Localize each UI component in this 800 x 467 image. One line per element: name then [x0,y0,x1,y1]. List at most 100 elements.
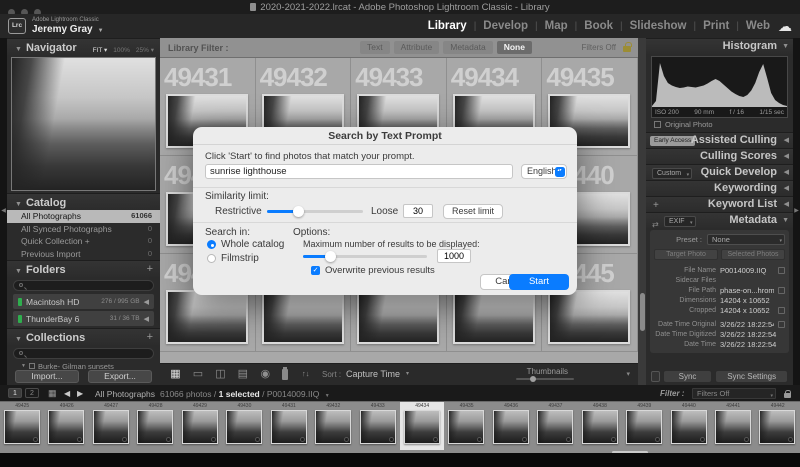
sync-settings-button[interactable]: Sync Settings [715,370,788,383]
volume-item[interactable]: Macintosh HD 276 / 995 GB ◀ [13,294,154,309]
catalog-header[interactable]: ▼ Catalog [7,193,160,210]
filmstrip-cell[interactable]: 49429 [178,402,222,450]
filmstrip-thumbnail[interactable] [359,410,396,444]
module-tab-develop[interactable]: Develop [483,20,528,32]
filmstrip-cell[interactable]: 49431 [267,402,311,450]
keyword-list-header[interactable]: + Keyword List ◀ [646,196,793,212]
filmstrip-thumbnail[interactable] [226,410,263,444]
culling-scores-header[interactable]: Culling Scores ◀ [646,148,793,164]
filmstrip-cell[interactable]: 49426 [44,402,88,450]
collection-item[interactable]: ▼ Burke- Gilman sunsets [7,362,160,370]
filter-tab-none[interactable]: None [496,41,532,54]
radio-button[interactable] [207,254,216,263]
navigator-zoom-0[interactable]: FIT ▾ [93,43,108,59]
people-view-icon[interactable]: ◉ [258,368,273,381]
filmstrip-thumbnail[interactable] [626,410,663,444]
catalog-item[interactable]: All Synced Photographs 0 [7,223,160,236]
filmstrip-thumbnail[interactable] [137,410,174,444]
navigator-zoom-levels[interactable]: FIT ▾ 100% 25% ▾ [93,43,154,59]
search-in-option[interactable]: Filmstrip [207,253,259,264]
similarity-slider[interactable] [267,205,363,217]
module-tab-map[interactable]: Map [545,20,568,32]
filmstrip-thumbnail[interactable] [315,410,352,444]
filmstrip-thumbnail[interactable] [448,410,485,444]
metadata-action-icon[interactable] [778,286,785,294]
similarity-slider-knob[interactable] [292,205,304,217]
filmstrip-cell[interactable]: 49440 [667,402,711,450]
export-button[interactable]: Export... [88,370,152,383]
filmstrip-filter-lock-icon[interactable] [784,389,791,398]
filmstrip-cell[interactable]: 49438 [578,402,622,450]
go-forward-icon[interactable]: ▶ [77,389,83,398]
quick-develop-header[interactable]: Custom ▾ Quick Develop ◀ [646,164,793,180]
navigator-header[interactable]: ▼ Navigator FIT ▾ 100% 25% ▾ [7,38,160,55]
second-window-button[interactable]: 2 [25,388,39,398]
filmstrip-cell[interactable]: 49437 [533,402,577,450]
filmstrip-thumbnail[interactable] [492,410,529,444]
filmstrip-cell[interactable]: 49442 [755,402,799,450]
max-results-input[interactable] [437,249,471,263]
filmstrip-thumbnail[interactable] [270,410,307,444]
radio-button[interactable] [207,240,216,249]
catalog-item[interactable]: Quick Collection + 0 [7,235,160,248]
filmstrip-cell[interactable]: 49428 [133,402,177,450]
filmstrip-thumbnail[interactable] [581,410,618,444]
filter-tab-metadata[interactable]: Metadata [443,41,493,54]
photo-thumbnail[interactable] [548,290,631,344]
grid-scrollbar[interactable] [638,38,646,385]
keywording-header[interactable]: Keywording ◀ [646,180,793,196]
module-tab-library[interactable]: Library [428,20,467,32]
photo-thumbnail[interactable] [166,290,248,344]
max-results-slider[interactable] [303,250,427,262]
main-window-button[interactable]: 1 [8,388,22,398]
navigator-zoom-1[interactable]: 100% [113,43,130,59]
filmstrip-cell[interactable]: 49427 [89,402,133,450]
original-photo-checkbox[interactable] [654,121,661,128]
filmstrip-thumbnail[interactable] [403,410,440,444]
photo-thumbnail[interactable] [261,290,344,344]
histogram-header[interactable]: Histogram ▼ [646,38,793,54]
filmstrip-cell[interactable]: 49430 [222,402,266,450]
original-photo-row[interactable]: Original Photo [654,120,793,129]
filmstrip-cell[interactable]: 49439 [622,402,666,450]
left-panel-collapse-strip[interactable]: ◀ [0,38,7,385]
go-back-icon[interactable]: ◀ [64,389,70,398]
target-photo-button[interactable]: Target Photo [654,249,718,260]
filmstrip-filter-dropdown[interactable]: Filters Off ▾ [692,387,776,399]
add-folder-icon[interactable]: + [147,261,153,277]
module-tab-web[interactable]: Web [746,20,770,32]
sort-value[interactable]: Capture Time [346,369,400,379]
photo-thumbnail[interactable] [357,290,440,344]
filmstrip-thumbnail[interactable] [670,410,707,444]
filmstrip-thumbnail[interactable] [759,410,796,444]
grid-view-shortcut-icon[interactable]: ▦ [48,388,57,399]
grid-scrollbar-handle[interactable] [639,293,645,331]
import-button[interactable]: Import... [15,370,79,383]
navigator-zoom-2[interactable]: 25% ▾ [136,43,154,59]
filmstrip-status[interactable]: 61066 photos / 1 selected / P0014009.IIQ… [160,389,330,399]
survey-view-icon[interactable]: ▤ [235,368,250,381]
similarity-value-input[interactable] [403,204,433,218]
filmstrip-cell[interactable]: 49425 [0,402,44,450]
folders-header[interactable]: ▼ Folders + [7,260,160,277]
prompt-input[interactable] [205,164,513,179]
max-results-slider-knob[interactable] [325,250,337,262]
collections-header[interactable]: ▼ Collections + [7,328,160,345]
selected-photos-button[interactable]: Selected Photos [721,249,785,260]
filmstrip-thumbnail[interactable] [537,410,574,444]
filmstrip-thumbnail[interactable] [4,410,40,444]
loupe-view-icon[interactable]: ▭ [190,368,205,381]
toolbar-options-icon[interactable]: ▾ [626,370,630,378]
start-button[interactable]: Start [509,274,569,290]
sync-button[interactable]: Sync [662,370,713,383]
metadata-action-icon[interactable] [778,320,785,328]
add-collection-icon[interactable]: + [147,329,153,345]
photo-thumbnail[interactable] [452,290,535,344]
overwrite-checkbox[interactable]: ✓ [311,266,320,275]
metadata-view-dropdown[interactable]: EXIF ▾ [664,215,696,227]
reset-limit-button[interactable]: Reset limit [443,204,503,219]
search-in-option[interactable]: Whole catalog [207,239,284,250]
filter-lock-icon[interactable] [623,42,632,52]
identity-plate[interactable]: Jeremy Gray ▼ [32,24,104,35]
module-tab-slideshow[interactable]: Slideshow [630,20,687,32]
